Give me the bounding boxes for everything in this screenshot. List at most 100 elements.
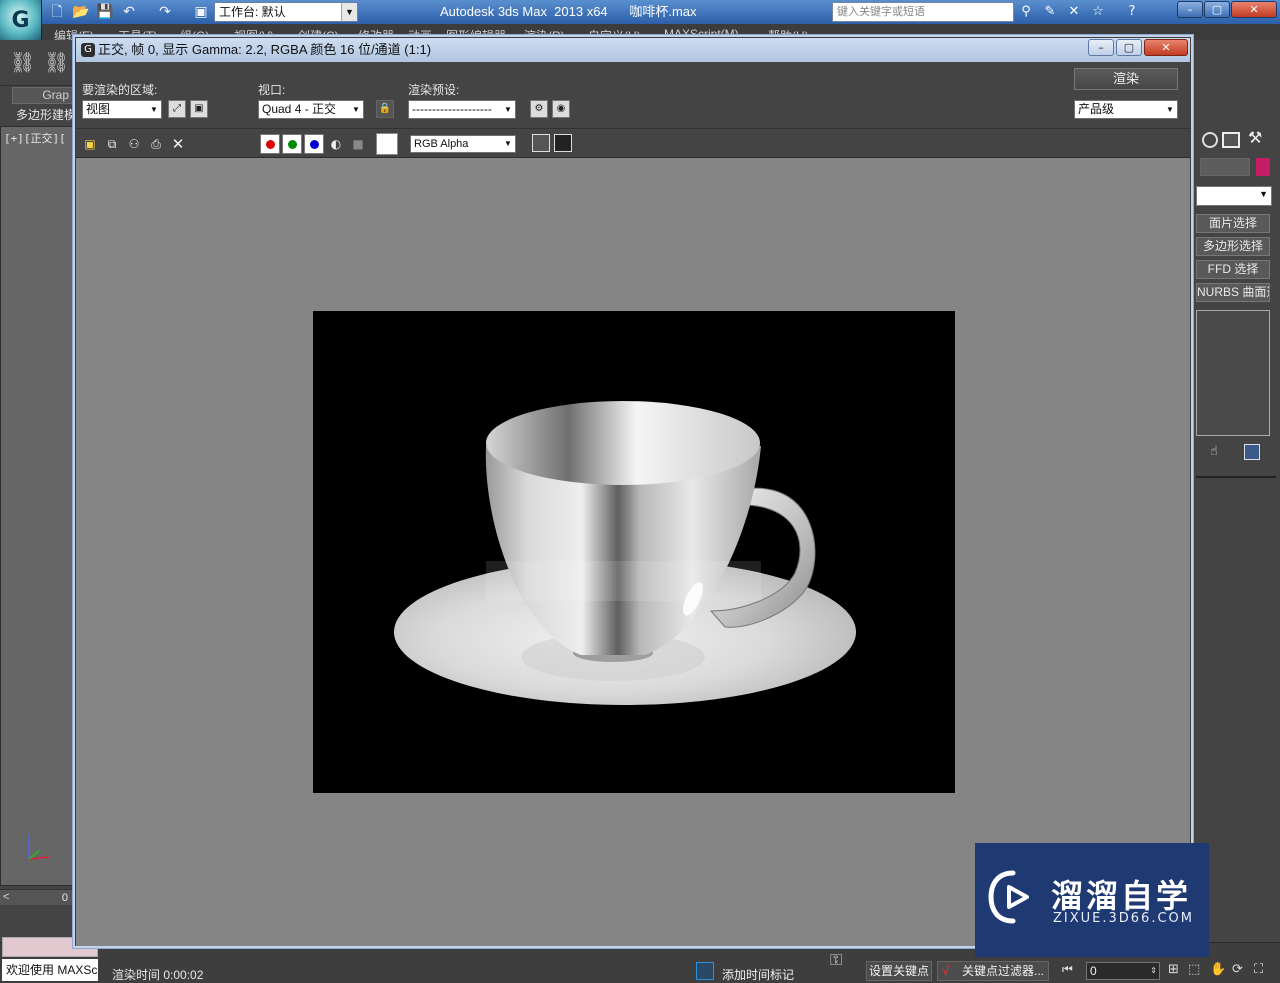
poly-select-button[interactable]: 多边形选择 [1196, 237, 1270, 256]
chevron-down-icon: ▼ [352, 105, 360, 114]
lock-icon[interactable]: 🔒 [376, 100, 394, 118]
panel-divider [1196, 476, 1276, 478]
project-folder-icon[interactable]: ▣ [192, 3, 210, 21]
help-icon[interactable]: ? [1122, 3, 1142, 21]
key-filters-button[interactable]: √ 关键点过滤器... [937, 961, 1049, 981]
production-quality-dropdown[interactable]: 产品级 ▼ [1074, 100, 1178, 119]
app-title-bar: 🗋 📂 💾 ↶ ↷ ▣ 工作台: 默认 ▼ Autodesk 3ds Max 2… [0, 0, 1280, 24]
chevron-down-icon: ▼ [341, 3, 357, 21]
save-file-icon[interactable]: 💾 [96, 3, 114, 21]
polygon-modeling-label[interactable]: 多边形建模 [16, 106, 74, 123]
patch-select-button[interactable]: 面片选择 [1196, 214, 1270, 233]
copy-image-icon[interactable]: ⧉ [104, 136, 120, 152]
monitor-icon[interactable] [1222, 132, 1240, 148]
object-name-field[interactable] [1200, 158, 1250, 176]
open-file-icon[interactable]: 📂 [72, 3, 90, 21]
render-preset-dropdown[interactable]: -------------------- ▼ [408, 100, 516, 119]
key-icon[interactable]: ⚿ [830, 950, 842, 970]
add-time-tag-icon[interactable] [696, 962, 714, 980]
graphite-ribbon-tab[interactable]: Grap [12, 87, 74, 104]
watermark-url: ZIXUE.3D66.COM [1053, 911, 1194, 926]
configure-sets-icon[interactable] [1244, 444, 1260, 460]
environment-effects-icon[interactable]: ◉ [552, 100, 570, 118]
orbit-icon[interactable]: ⟳ [1232, 962, 1243, 977]
viewport-value: Quad 4 - 正交 [262, 102, 337, 116]
green-channel-toggle[interactable] [282, 134, 302, 154]
pin-stack-icon[interactable]: ☝ [1210, 444, 1218, 459]
nurbs-surface-select-button[interactable]: NURBS 曲面选择 [1196, 283, 1270, 302]
modifier-stack-list[interactable] [1196, 310, 1270, 436]
red-channel-icon [266, 140, 275, 149]
viewport[interactable] [0, 126, 75, 886]
new-file-icon[interactable]: 🗋 [48, 3, 66, 21]
time-slider-value: 0 [61, 892, 68, 904]
ffd-select-button[interactable]: FFD 选择 [1196, 260, 1270, 279]
favorites-icon[interactable]: ☆ [1088, 3, 1108, 21]
rfw-close-button[interactable]: ✕ [1144, 39, 1188, 56]
maximize-viewport-icon[interactable]: ⛶ [1254, 962, 1263, 977]
color-swatch[interactable] [376, 133, 398, 155]
hammer-icon[interactable]: ⚒ [1248, 128, 1262, 147]
channel-display-dropdown[interactable]: RGB Alpha ▼ [410, 135, 516, 153]
maxscript-welcome-text[interactable]: 欢迎使用 MAXScr [2, 959, 98, 981]
zoom-extents-icon[interactable]: ⊞ [1168, 962, 1179, 977]
search-input[interactable]: 键入关键字或短语 [832, 2, 1014, 22]
modifier-list-dropdown[interactable]: ▼ [1196, 186, 1272, 206]
chevron-down-icon: ▼ [504, 139, 512, 148]
render-button[interactable]: 渲染 [1074, 68, 1178, 90]
unlink-icon[interactable]: ⛓ [44, 50, 69, 74]
toggle-ui-overlay-icon[interactable] [532, 134, 550, 152]
red-channel-toggle[interactable] [260, 134, 280, 154]
edit-region-icon[interactable]: ⤢ [168, 100, 186, 118]
axis-tripod-icon [28, 835, 50, 860]
render-display-area [76, 158, 1190, 946]
viewport-label-text: 视口: [258, 83, 286, 97]
minimize-button[interactable]: – [1177, 1, 1203, 18]
green-channel-icon [288, 140, 297, 149]
alpha-channel-icon[interactable]: ◐ [328, 136, 344, 152]
spinner-arrows-icon[interactable]: ⇕ [1150, 963, 1157, 979]
viewport-label[interactable]: [+][正交][ [4, 130, 74, 146]
app-icon: G [81, 43, 95, 57]
toggle-ui-icon[interactable] [554, 134, 572, 152]
binoculars-icon[interactable]: ⚲ [1016, 3, 1036, 21]
save-image-icon[interactable]: ▣ [82, 136, 98, 152]
app-logo-icon[interactable]: G [0, 0, 42, 40]
curve-icon: √ [942, 963, 950, 978]
go-to-start-icon[interactable]: ⏮ [1062, 962, 1073, 977]
current-frame-value: 0 [1090, 964, 1097, 978]
object-color-swatch[interactable] [1256, 158, 1270, 176]
display-icon[interactable] [1202, 132, 1218, 148]
rfw-maximize-button[interactable]: ▢ [1116, 39, 1142, 56]
link-icon[interactable]: ⛓ [10, 50, 35, 74]
blue-channel-toggle[interactable] [304, 134, 324, 154]
workspace-dropdown[interactable]: 工作台: 默认 ▼ [214, 2, 358, 22]
clear-image-icon[interactable]: ✕ [170, 136, 186, 152]
undo-icon[interactable]: ↶ [120, 3, 138, 21]
clone-frame-icon[interactable]: ⚇ [126, 136, 142, 152]
area-to-render-dropdown[interactable]: 视图 ▼ [82, 100, 162, 119]
add-time-tag-label[interactable]: 添加时间标记 [722, 966, 794, 983]
redo-icon[interactable]: ↷ [156, 3, 174, 21]
viewport-dropdown[interactable]: Quad 4 - 正交 ▼ [258, 100, 364, 119]
rendered-image[interactable] [313, 311, 955, 793]
pan-icon[interactable]: ✋ [1210, 962, 1226, 977]
communication-icon[interactable]: ✕ [1064, 3, 1084, 21]
render-setup-icon[interactable]: ⚙ [530, 100, 548, 118]
region-zoom-icon[interactable]: ⬚ [1188, 962, 1200, 977]
monochrome-icon[interactable]: ■ [350, 136, 366, 152]
auto-region-icon[interactable]: ▣ [190, 100, 208, 118]
subscription-icon[interactable]: ✎ [1040, 3, 1060, 21]
chevron-left-icon[interactable]: < [3, 891, 9, 903]
time-slider[interactable]: < 0 [0, 889, 75, 905]
close-button[interactable]: ✕ [1231, 1, 1277, 18]
render-preset-label: 渲染预设: [408, 83, 460, 97]
print-image-icon[interactable]: ⎙ [148, 136, 164, 152]
chevron-down-icon: ▼ [504, 105, 512, 114]
chevron-down-icon: ▼ [1259, 189, 1268, 199]
maximize-button[interactable]: ▢ [1204, 1, 1230, 18]
area-to-render-label: 要渲染的区域: [82, 83, 158, 97]
set-key-button[interactable]: 设置关键点 [866, 961, 932, 981]
current-frame-spinner[interactable]: 0 ⇕ [1086, 962, 1160, 980]
rfw-minimize-button[interactable]: – [1088, 39, 1114, 56]
